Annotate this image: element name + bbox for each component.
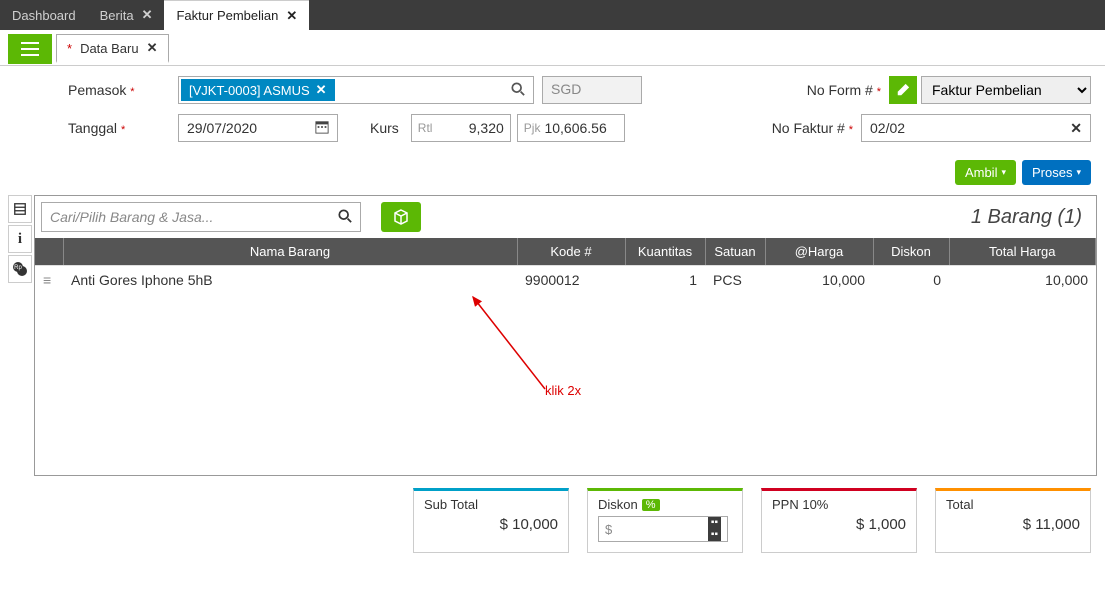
percent-badge[interactable]: %	[642, 499, 660, 511]
col-nama: Nama Barang	[63, 238, 517, 265]
close-icon[interactable]: ✕	[147, 40, 158, 56]
kurs-rtl-prefix: Rtl	[418, 121, 433, 135]
cell-satuan: PCS	[705, 266, 765, 295]
no-form-select[interactable]: Faktur Pembelian	[921, 76, 1091, 104]
no-faktur-value: 02/02	[870, 120, 905, 136]
item-count-label: 1 Barang (1)	[971, 206, 1090, 229]
currency-display: SGD	[542, 76, 642, 104]
chevron-down-icon: ▾	[1001, 167, 1006, 178]
add-item-button[interactable]	[381, 202, 421, 232]
ambil-button[interactable]: Ambil▾	[955, 160, 1016, 185]
total-value: $ 11,000	[946, 516, 1080, 533]
cell-kuantitas: 1	[625, 266, 705, 295]
diskon-label: Diskon	[598, 497, 638, 512]
action-buttons: Ambil▾ Proses▾	[0, 160, 1105, 195]
kurs-label: Kurs	[370, 120, 399, 136]
col-kode: Kode #	[517, 238, 625, 265]
tab-dashboard[interactable]: Dashboard	[0, 0, 88, 30]
annotation-text: klik 2x	[545, 383, 581, 398]
cell-diskon: 0	[873, 266, 949, 295]
drag-handle-icon[interactable]: ≡	[35, 266, 63, 295]
col-total: Total Harga	[949, 238, 1096, 265]
ppn-value: $ 1,000	[772, 516, 906, 533]
left-tab-currency[interactable]: Rp	[8, 255, 32, 283]
close-icon[interactable]: ✕	[286, 8, 297, 24]
kurs-pjk-value: 10,606.56	[544, 120, 606, 136]
edit-button[interactable]	[889, 76, 917, 104]
col-kuantitas: Kuantitas	[625, 238, 705, 265]
left-tab-info[interactable]: i	[8, 225, 32, 253]
ppn-box: PPN 10% $ 1,000	[761, 488, 917, 553]
table-row[interactable]: ≡ Anti Gores Iphone 5hB 9900012 1 PCS 10…	[35, 266, 1096, 295]
tab-label: Faktur Pembelian	[176, 8, 278, 23]
cell-total: 10,000	[949, 266, 1096, 295]
col-harga: @Harga	[765, 238, 873, 265]
kurs-pjk-prefix: Pjk	[524, 121, 541, 135]
supplier-label: Pemasok *	[68, 82, 178, 98]
diskon-box: Diskon % $ ▪▪▪▪	[587, 488, 743, 553]
total-label: Total	[946, 497, 1080, 512]
no-form-label: No Form # *	[807, 82, 881, 98]
diskon-input[interactable]: $ ▪▪▪▪	[598, 516, 728, 542]
left-tabs: i Rp	[8, 195, 34, 476]
cell-kode: 9900012	[517, 266, 625, 295]
proses-button[interactable]: Proses▾	[1022, 160, 1091, 185]
search-placeholder: Cari/Pilih Barang & Jasa...	[50, 209, 213, 225]
date-input[interactable]: 29/07/2020	[178, 114, 338, 142]
data-tabs-row: * Data Baru ✕	[0, 30, 1105, 66]
search-icon[interactable]	[503, 82, 533, 99]
tab-label: Berita	[100, 8, 134, 23]
chevron-down-icon: ▾	[1076, 167, 1081, 178]
date-label: Tanggal *	[68, 120, 178, 136]
data-tab-label: Data Baru	[80, 41, 139, 56]
supplier-pill[interactable]: [VJKT-0003] ASMUS ✕	[181, 79, 335, 101]
totals-row: Sub Total $ 10,000 Diskon % $ ▪▪▪▪ PPN 1…	[0, 476, 1105, 553]
dirty-indicator: *	[67, 41, 72, 56]
svg-text:Rp: Rp	[14, 265, 22, 271]
tab-faktur-pembelian[interactable]: Faktur Pembelian ✕	[164, 0, 309, 30]
no-faktur-label: No Faktur # *	[772, 120, 853, 136]
diskon-placeholder: $	[605, 522, 612, 537]
clear-icon[interactable]: ✕	[1070, 120, 1082, 137]
tab-berita[interactable]: Berita ✕	[88, 0, 165, 30]
subtotal-value: $ 10,000	[424, 516, 558, 533]
date-value: 29/07/2020	[187, 120, 257, 136]
left-tab-list[interactable]	[8, 195, 32, 223]
supplier-input[interactable]: [VJKT-0003] ASMUS ✕	[178, 76, 534, 104]
annotation-arrow	[465, 289, 585, 399]
menu-button[interactable]	[8, 34, 52, 64]
col-diskon: Diskon	[873, 238, 949, 265]
form-area: Pemasok * [VJKT-0003] ASMUS ✕ SGD No For…	[0, 66, 1105, 160]
search-icon[interactable]	[338, 209, 352, 226]
cell-harga: 10,000	[765, 266, 873, 295]
ppn-label: PPN 10%	[772, 497, 906, 512]
search-items-input[interactable]: Cari/Pilih Barang & Jasa...	[41, 202, 361, 232]
content-wrap: i Rp Cari/Pilih Barang & Jasa... 1 Baran…	[0, 195, 1105, 476]
remove-icon[interactable]: ✕	[316, 82, 327, 98]
kurs-rtl-input[interactable]: Rtl 9,320	[411, 114, 511, 142]
data-tab-baru[interactable]: * Data Baru ✕	[56, 34, 169, 63]
top-tabs: Dashboard Berita ✕ Faktur Pembelian ✕	[0, 0, 1105, 30]
calendar-icon[interactable]	[315, 120, 329, 137]
kurs-pjk-input[interactable]: Pjk 10,606.56	[517, 114, 625, 142]
supplier-value: [VJKT-0003] ASMUS	[189, 83, 310, 98]
close-icon[interactable]: ✕	[142, 7, 153, 23]
items-panel: Cari/Pilih Barang & Jasa... 1 Barang (1)…	[34, 195, 1097, 476]
no-faktur-input[interactable]: 02/02 ✕	[861, 114, 1091, 142]
tab-label: Dashboard	[12, 8, 76, 23]
subtotal-label: Sub Total	[424, 497, 558, 512]
items-table: Nama Barang Kode # Kuantitas Satuan @Har…	[35, 238, 1096, 265]
toggle-icon[interactable]: ▪▪▪▪	[708, 517, 721, 541]
subtotal-box: Sub Total $ 10,000	[413, 488, 569, 553]
total-box: Total $ 11,000	[935, 488, 1091, 553]
kurs-rtl-value: 9,320	[469, 120, 504, 136]
cell-nama: Anti Gores Iphone 5hB	[63, 266, 517, 295]
col-satuan: Satuan	[705, 238, 765, 265]
